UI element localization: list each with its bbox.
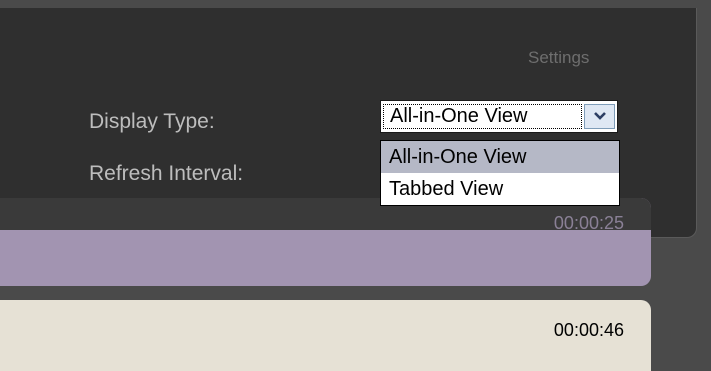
display-type-select[interactable]: All-in-One View bbox=[380, 100, 618, 133]
item-time: 00:00:25 bbox=[553, 213, 624, 233]
display-type-options: All-in-One View Tabbed View bbox=[380, 140, 620, 206]
item-card-beige[interactable]: 00:00:46 bbox=[0, 300, 651, 371]
option-all-in-one-view[interactable]: All-in-One View bbox=[381, 141, 619, 173]
item-card-purple[interactable]: 00:00:25 bbox=[0, 198, 651, 286]
option-tabbed-view[interactable]: Tabbed View bbox=[381, 173, 619, 205]
refresh-interval-label: Refresh Interval: bbox=[89, 162, 244, 185]
item-time: 00:00:46 bbox=[553, 320, 624, 340]
chevron-down-icon bbox=[594, 112, 606, 120]
settings-title[interactable]: Settings bbox=[528, 48, 589, 68]
display-type-selected-value: All-in-One View bbox=[383, 104, 582, 129]
display-type-label: Display Type: bbox=[89, 110, 215, 133]
dropdown-arrow-button[interactable] bbox=[584, 104, 615, 129]
